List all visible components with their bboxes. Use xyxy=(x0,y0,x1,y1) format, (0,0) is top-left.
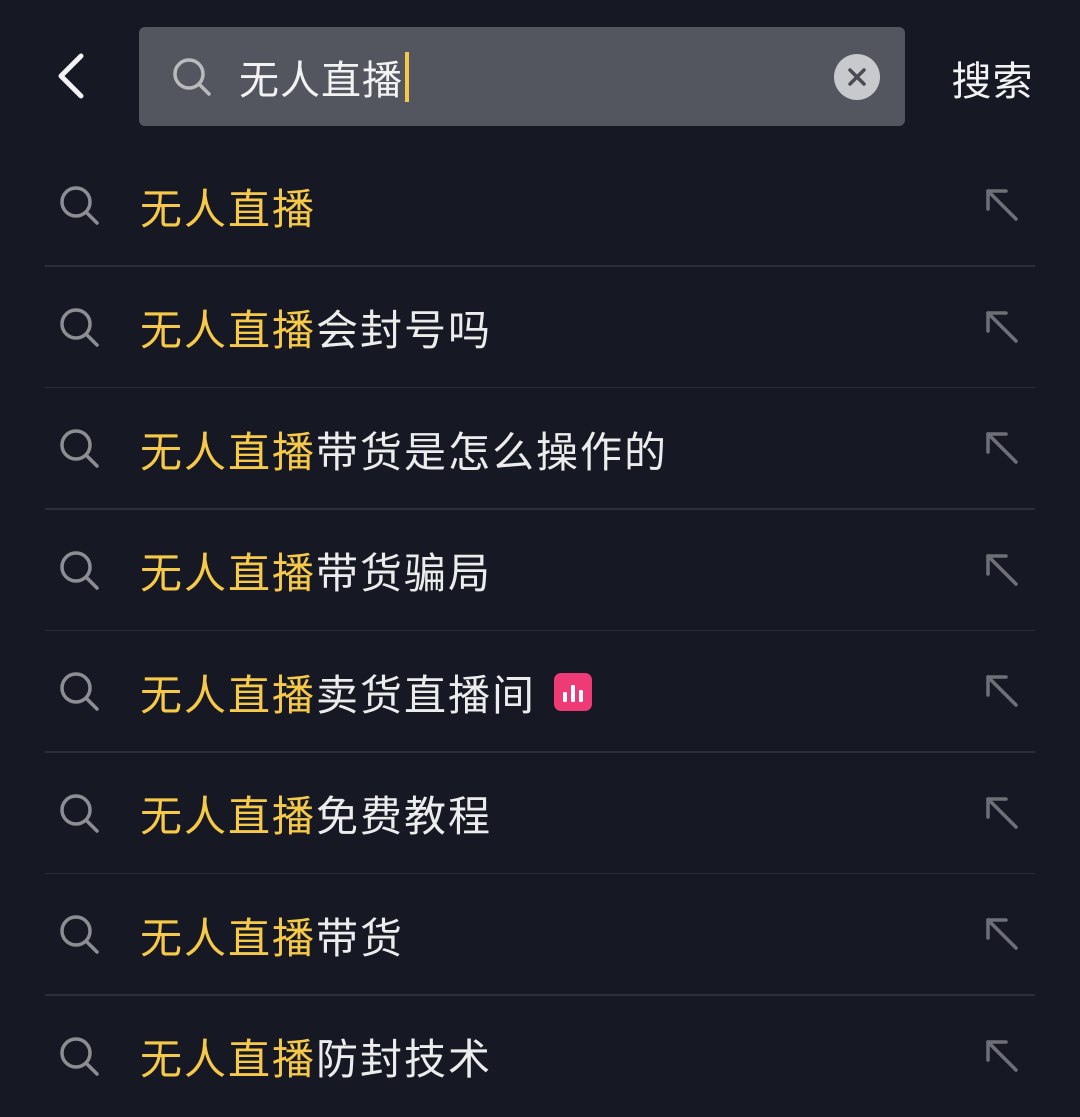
suggestion-text: 无人直播带货 xyxy=(140,902,404,968)
suggestion-highlight: 无人直播 xyxy=(140,419,316,480)
suggestion-highlight: 无人直播 xyxy=(140,1026,316,1087)
search-submit-button[interactable]: 搜索 xyxy=(945,50,1040,106)
search-icon xyxy=(56,425,102,471)
fill-query-arrow-icon[interactable] xyxy=(982,185,1022,225)
suggestion-rest: 卖货直播间 xyxy=(316,662,536,723)
suggestion-row[interactable]: 无人直播卖货直播间 xyxy=(0,631,1080,753)
suggestion-row[interactable]: 无人直播会封号吗 xyxy=(0,267,1080,389)
suggestion-highlight: 无人直播 xyxy=(140,297,316,358)
suggestion-rest: 免费教程 xyxy=(316,783,492,844)
suggestion-text: 无人直播免费教程 xyxy=(140,781,492,847)
search-icon xyxy=(56,304,102,350)
suggestion-rest: 带货骗局 xyxy=(316,540,492,601)
search-icon xyxy=(56,182,102,228)
fill-query-arrow-icon[interactable] xyxy=(982,793,1022,833)
fill-query-arrow-icon[interactable] xyxy=(982,914,1022,954)
suggestion-rest: 带货 xyxy=(316,905,404,966)
suggestion-highlight: 无人直播 xyxy=(140,176,316,237)
search-icon xyxy=(56,790,102,836)
live-badge-icon xyxy=(554,673,592,711)
suggestion-text: 无人直播防封技术 xyxy=(140,1024,492,1090)
fill-query-arrow-icon[interactable] xyxy=(982,671,1022,711)
suggestion-text: 无人直播带货是怎么操作的 xyxy=(140,416,668,482)
search-icon xyxy=(170,55,214,99)
search-icon xyxy=(56,547,102,593)
suggestion-text: 无人直播卖货直播间 xyxy=(140,659,592,725)
suggestion-text: 无人直播 xyxy=(140,173,316,239)
suggestion-text: 无人直播带货骗局 xyxy=(140,538,492,604)
search-icon xyxy=(56,668,102,714)
search-input[interactable]: 无人直播 xyxy=(239,49,409,105)
suggestion-highlight: 无人直播 xyxy=(140,783,316,844)
back-button[interactable] xyxy=(40,44,100,108)
suggestion-row[interactable]: 无人直播带货骗局 xyxy=(0,510,1080,632)
suggestion-row[interactable]: 无人直播带货 xyxy=(0,874,1080,996)
fill-query-arrow-icon[interactable] xyxy=(982,1036,1022,1076)
suggestion-text: 无人直播会封号吗 xyxy=(140,295,492,361)
suggestion-rest: 带货是怎么操作的 xyxy=(316,419,668,480)
fill-query-arrow-icon[interactable] xyxy=(982,428,1022,468)
search-box[interactable]: 无人直播 xyxy=(139,27,905,126)
search-icon xyxy=(56,911,102,957)
suggestion-row[interactable]: 无人直播免费教程 xyxy=(0,753,1080,875)
suggestion-highlight: 无人直播 xyxy=(140,662,316,723)
suggestion-highlight: 无人直播 xyxy=(140,905,316,966)
suggestion-row[interactable]: 无人直播防封技术 xyxy=(0,996,1080,1117)
search-query-text: 无人直播 xyxy=(239,48,403,106)
fill-query-arrow-icon[interactable] xyxy=(982,550,1022,590)
suggestion-row[interactable]: 无人直播 xyxy=(0,145,1080,267)
search-icon xyxy=(56,1033,102,1079)
suggestion-row[interactable]: 无人直播带货是怎么操作的 xyxy=(0,388,1080,510)
suggestion-rest: 会封号吗 xyxy=(316,297,492,358)
search-header: 无人直播 搜索 xyxy=(0,0,1080,150)
suggestion-highlight: 无人直播 xyxy=(140,540,316,601)
fill-query-arrow-icon[interactable] xyxy=(982,307,1022,347)
suggestion-rest: 防封技术 xyxy=(316,1026,492,1087)
clear-search-button[interactable] xyxy=(834,54,880,100)
text-caret xyxy=(405,52,409,102)
suggestion-list: 无人直播无人直播会封号吗无人直播带货是怎么操作的无人直播带货骗局无人直播卖货直播… xyxy=(0,145,1080,1117)
chevron-left-icon xyxy=(53,52,87,100)
clear-icon xyxy=(846,66,868,88)
